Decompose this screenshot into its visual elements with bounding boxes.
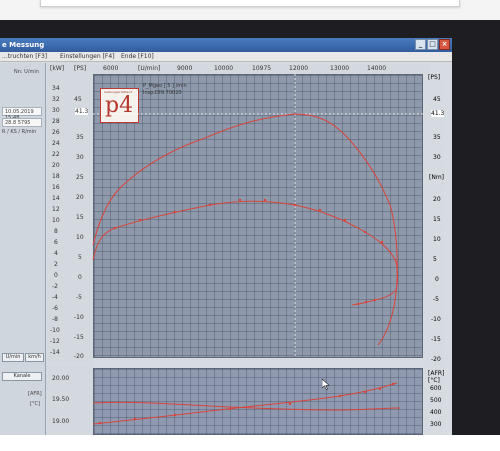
torque-curve xyxy=(92,200,398,306)
power-curve xyxy=(92,113,398,346)
afr-curve xyxy=(92,382,398,425)
curves-overlay xyxy=(92,74,423,425)
afr-markers xyxy=(98,382,395,425)
torque-markers xyxy=(113,198,384,306)
mouse-pointer-icon xyxy=(322,379,330,390)
temp-curve xyxy=(92,401,401,411)
